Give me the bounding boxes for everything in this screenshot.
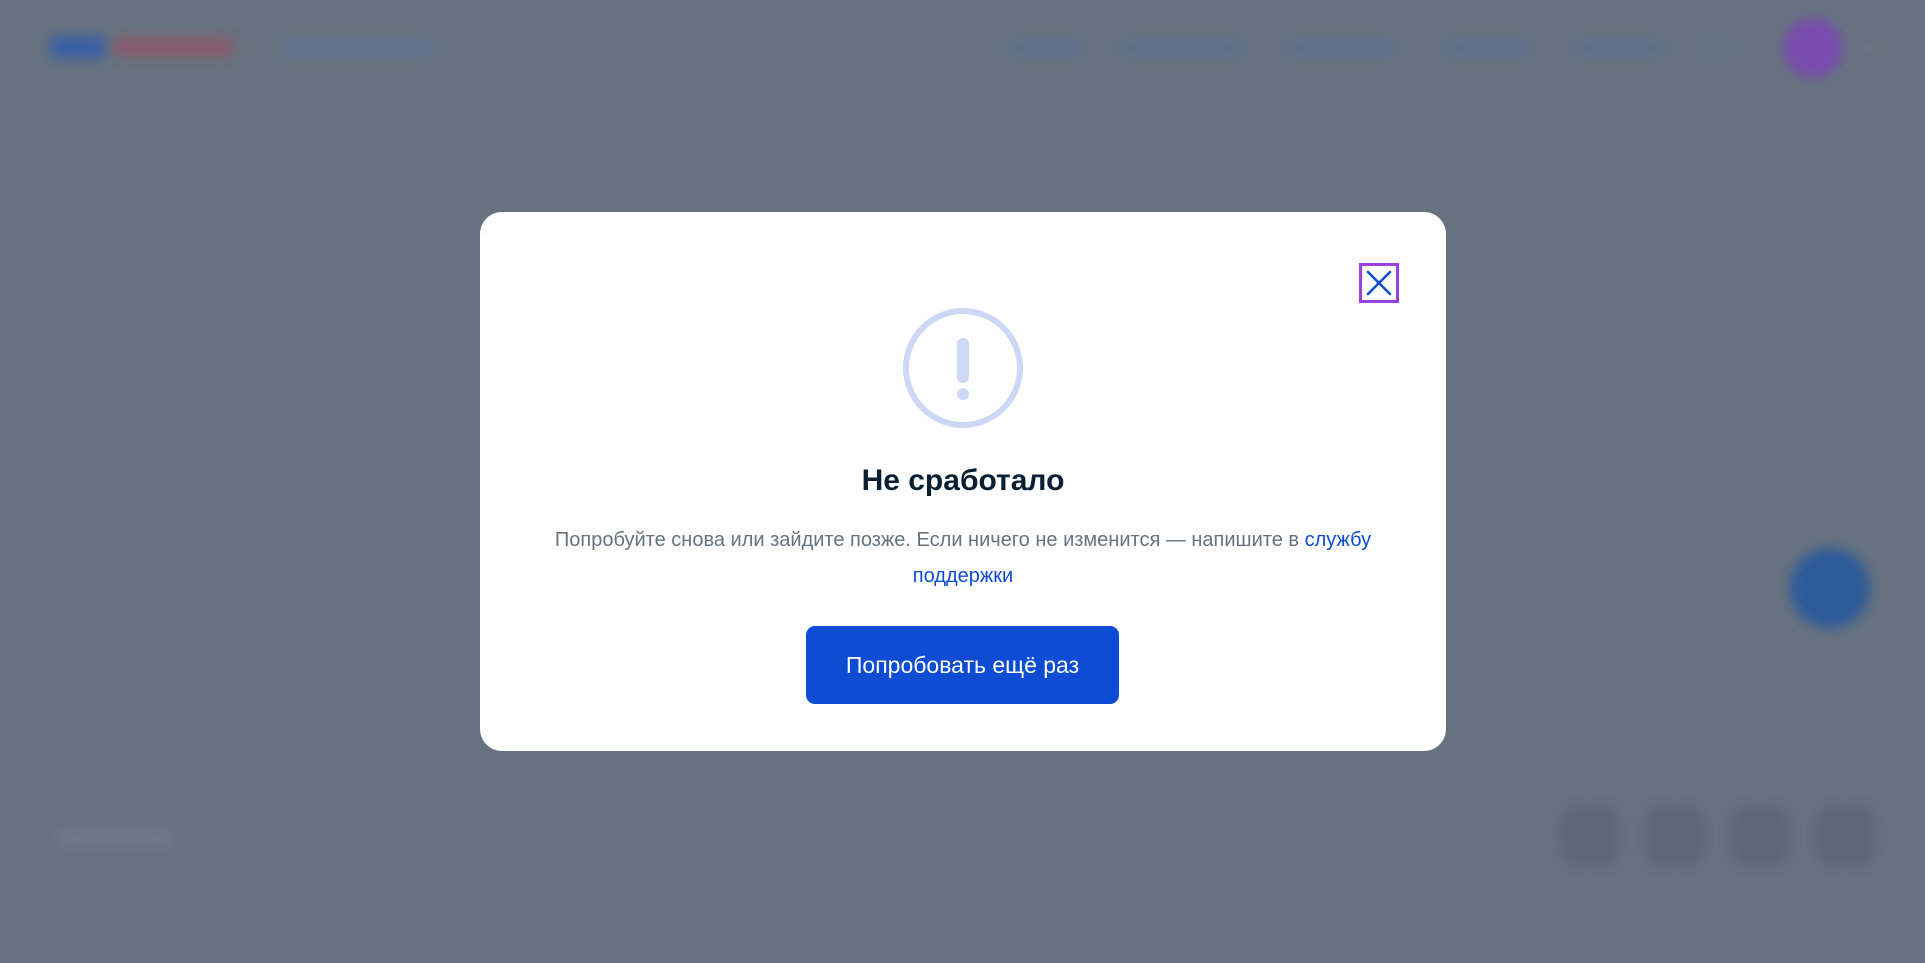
- chevron-down-icon: [1862, 44, 1874, 52]
- modal-title: Не сработало: [861, 464, 1065, 497]
- nav-item: [1008, 40, 1084, 56]
- avatar: [1783, 18, 1843, 78]
- exclamation-circle-icon: [903, 308, 1023, 428]
- social-icon: [1560, 806, 1620, 866]
- description-text: Попробуйте снова или зайдите позже. Если…: [554, 529, 1305, 551]
- retry-button[interactable]: Попробовать ещё раз: [806, 626, 1119, 704]
- error-modal: Не сработало Попробуйте снова или зайдит…: [480, 212, 1446, 751]
- social-icon: [1815, 806, 1875, 866]
- social-icon: [1645, 806, 1705, 866]
- search-icon: [1702, 34, 1730, 62]
- nav-item: [1574, 40, 1666, 56]
- nav-item: [1442, 40, 1532, 56]
- region-selector: [282, 40, 432, 56]
- close-icon: [1366, 270, 1392, 296]
- footer-text: [58, 830, 173, 846]
- close-button[interactable]: [1359, 263, 1399, 303]
- nav-item: [1286, 40, 1396, 56]
- social-icon: [1730, 806, 1790, 866]
- site-logo: [50, 36, 240, 60]
- chat-robot-icon: [1790, 548, 1870, 628]
- modal-description: Попробуйте снова или зайдите позже. Если…: [532, 522, 1394, 594]
- nav-item: [1118, 40, 1246, 56]
